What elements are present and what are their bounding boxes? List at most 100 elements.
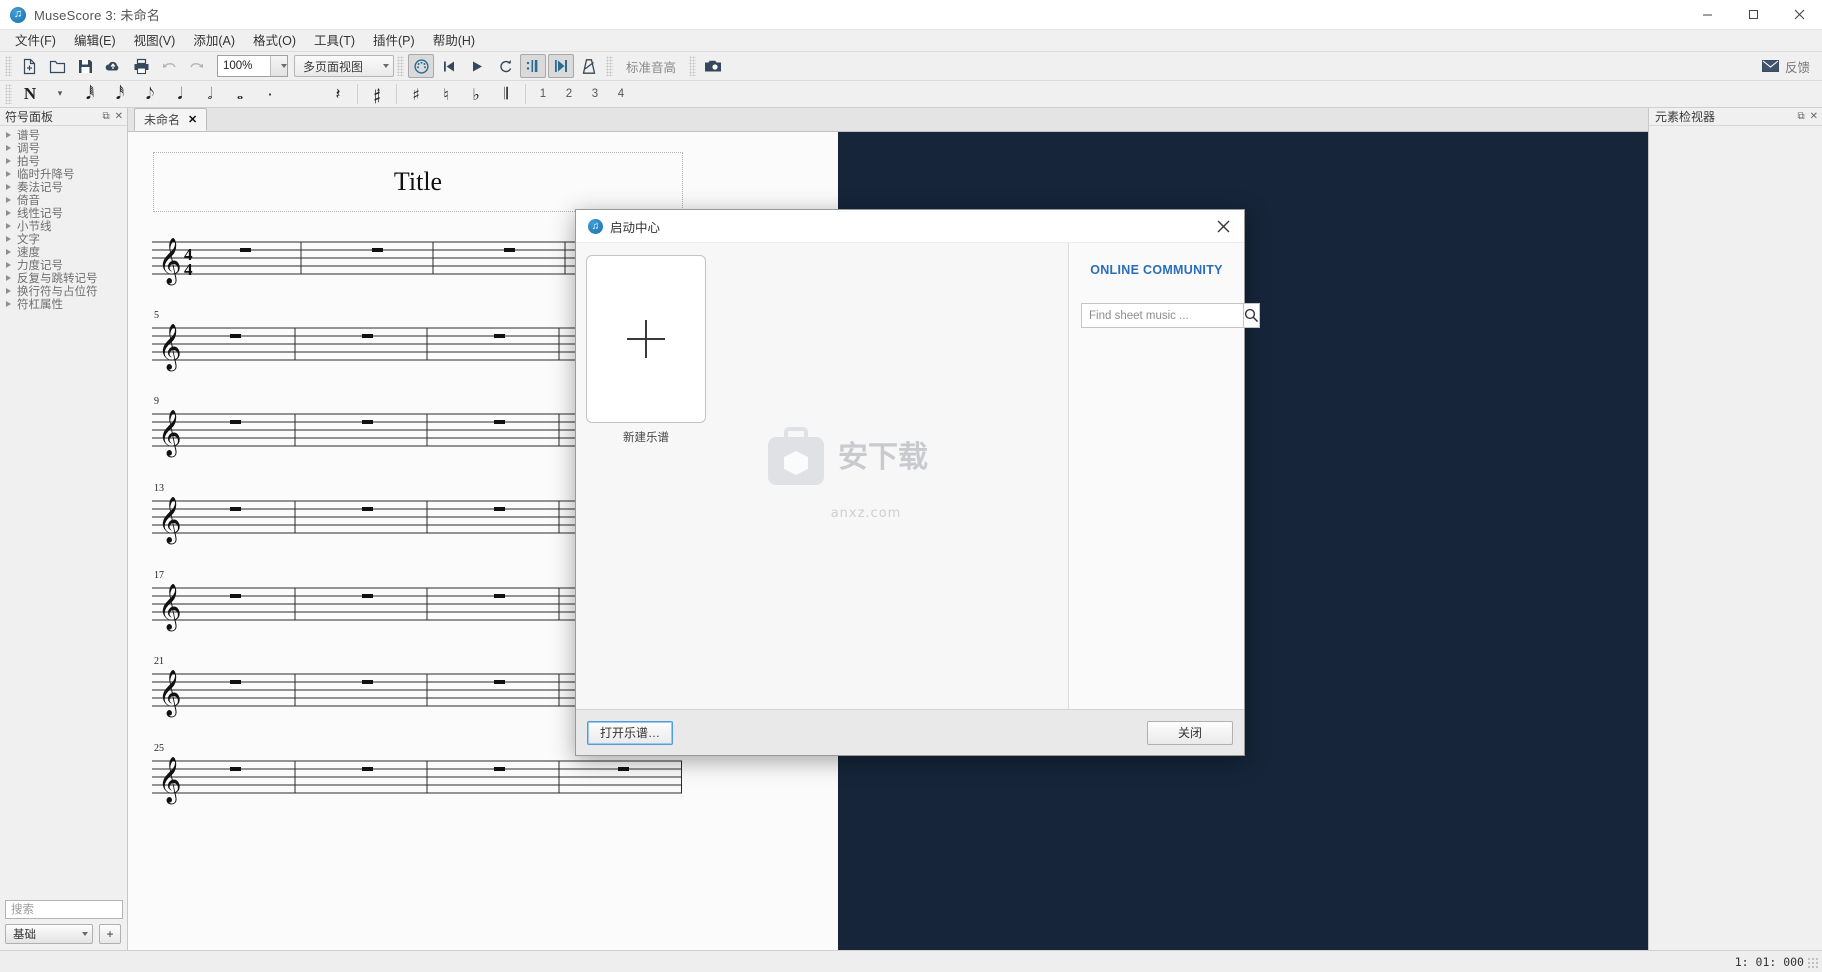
tie-button[interactable]: 𝄰 [364, 83, 390, 105]
menu-edit[interactable]: 编辑(E) [65, 31, 125, 51]
new-score-card[interactable] [586, 255, 706, 423]
print-icon[interactable] [128, 54, 154, 78]
add-workspace-button[interactable]: + [99, 924, 121, 944]
close-dialog-button[interactable]: 关闭 [1147, 720, 1233, 745]
workspace-select[interactable]: 基础 [5, 924, 93, 944]
menu-tools[interactable]: 工具(T) [305, 31, 364, 51]
concert-pitch-label[interactable]: 标准音高 [616, 57, 686, 76]
close-button[interactable] [1776, 0, 1822, 30]
playback-toolbar-grip[interactable] [397, 56, 404, 76]
measure-number: 25 [154, 743, 164, 754]
zoom-input[interactable] [218, 56, 270, 76]
screenshot-grip[interactable] [689, 56, 697, 76]
document-tab-strip: 未命名 ✕ [128, 108, 1648, 132]
play-icon[interactable] [464, 54, 490, 78]
inspector-title: 元素检视器 [1655, 110, 1716, 124]
sharp-button[interactable]: ♯ [403, 83, 429, 105]
score-system-7[interactable]: 25 ↵ 𝄞 [152, 737, 714, 812]
svg-text:𝄞: 𝄞 [158, 238, 182, 286]
duration-quarter-button[interactable]: 𝅘𝅥 [167, 83, 193, 105]
zoom-dropdown-arrow[interactable] [270, 56, 287, 76]
play-panel-icon[interactable] [408, 54, 434, 78]
duration-eighth-button[interactable]: 𝅘𝅥𝅮 [137, 83, 163, 105]
zoom-combo[interactable] [217, 55, 288, 77]
menu-plugins[interactable]: 插件(P) [364, 31, 424, 51]
menu-add[interactable]: 添加(A) [184, 31, 244, 51]
toolbar-grip[interactable] [5, 56, 12, 76]
undo-icon[interactable] [156, 54, 182, 78]
duration-64th-button[interactable]: 𝅘𝅥𝅱 [77, 83, 103, 105]
measure-number: 13 [154, 483, 164, 494]
minimize-button[interactable] [1684, 0, 1730, 30]
loop-icon[interactable] [492, 54, 518, 78]
menu-help[interactable]: 帮助(H) [424, 31, 484, 51]
palette-item-beam-properties[interactable]: 符杠属性 [0, 297, 127, 311]
note-toolbar-grip[interactable] [5, 84, 12, 104]
note-input-mode-button[interactable]: N [17, 83, 43, 105]
tab-close-icon[interactable]: ✕ [188, 113, 197, 126]
note-toolbar-sep-1 [357, 84, 358, 104]
palette-search-input[interactable] [5, 900, 123, 919]
measure-number: 9 [154, 396, 159, 407]
maximize-button[interactable] [1730, 0, 1776, 30]
flat-button[interactable]: ♭ [463, 83, 489, 105]
concert-pitch-grip[interactable] [606, 56, 613, 76]
duration-dot-button[interactable]: · [257, 83, 283, 105]
feedback-label: 反馈 [1784, 60, 1810, 75]
flip-button[interactable]: 𝄂 [493, 83, 519, 105]
menu-view[interactable]: 视图(V) [125, 31, 185, 51]
new-score-icon[interactable] [16, 54, 42, 78]
menu-file[interactable]: 文件(F) [6, 31, 65, 51]
voice-2-button[interactable]: 2 [558, 83, 580, 105]
inspector-close-icon[interactable]: ✕ [1810, 111, 1818, 122]
open-score-button[interactable]: 打开乐谱… [587, 720, 674, 745]
find-sheet-music-input[interactable] [1081, 303, 1243, 328]
title-bar: MuseScore 3: 未命名 [0, 0, 1822, 30]
redo-icon[interactable] [184, 54, 210, 78]
view-mode-select[interactable]: 多页面视图 [294, 55, 394, 77]
rest-button[interactable]: 𝄽 [325, 83, 351, 105]
duration-whole-button[interactable]: 𝅝 [227, 83, 253, 105]
chevron-down-icon [383, 64, 389, 68]
feedback-button[interactable]: 反馈 [1761, 57, 1810, 76]
start-center-right-pane: ONLINE COMMUNITY [1069, 243, 1260, 709]
loop-out-icon[interactable] [548, 54, 574, 78]
search-icon[interactable] [1243, 303, 1260, 328]
menu-format[interactable]: 格式(O) [244, 31, 305, 51]
palette-title: 符号面板 [5, 110, 54, 124]
start-center-close-icon[interactable] [1210, 213, 1236, 239]
save-online-icon[interactable] [100, 54, 126, 78]
chevron-right-icon [6, 261, 11, 268]
save-score-icon[interactable] [72, 54, 98, 78]
palette-footer: 基础 + [0, 896, 127, 951]
chevron-right-icon [6, 287, 11, 294]
score-title[interactable]: Title [394, 167, 442, 197]
metronome-icon[interactable] [576, 54, 602, 78]
document-tab[interactable]: 未命名 ✕ [134, 108, 208, 131]
duration-half-button[interactable]: 𝅗𝅥 [197, 83, 223, 105]
start-center-title: 启动中心 [610, 220, 661, 235]
voice-3-button[interactable]: 3 [584, 83, 606, 105]
palette-undock-icon[interactable]: ⧉ [102, 111, 109, 122]
start-center-dialog[interactable]: 启动中心 新建乐谱 安下载 [575, 209, 1260, 756]
measure-number: 17 [154, 570, 164, 581]
chevron-right-icon [6, 183, 11, 190]
duration-32nd-button[interactable]: 𝅘𝅥𝅰 [107, 83, 133, 105]
rewind-icon[interactable] [436, 54, 462, 78]
open-score-icon[interactable] [44, 54, 70, 78]
loop-in-icon[interactable] [520, 54, 546, 78]
screenshot-icon[interactable] [700, 54, 726, 78]
natural-button[interactable]: ♮ [433, 83, 459, 105]
title-frame[interactable]: Title [153, 152, 683, 212]
palette-close-icon[interactable]: ✕ [115, 111, 123, 122]
svg-text:𝄞: 𝄞 [158, 584, 182, 632]
chevron-right-icon [6, 248, 11, 255]
palette-workspace-row: 基础 + [5, 924, 122, 944]
resize-grip[interactable] [1807, 957, 1819, 969]
inspector-undock-icon[interactable]: ⧉ [1797, 111, 1804, 122]
voice-4-button[interactable]: 4 [610, 83, 632, 105]
note-input-dropdown[interactable]: ▾ [47, 83, 73, 105]
start-center-titlebar: 启动中心 [576, 210, 1244, 243]
voice-1-button[interactable]: 1 [532, 83, 554, 105]
note-toolbar-sep-2 [396, 84, 397, 104]
